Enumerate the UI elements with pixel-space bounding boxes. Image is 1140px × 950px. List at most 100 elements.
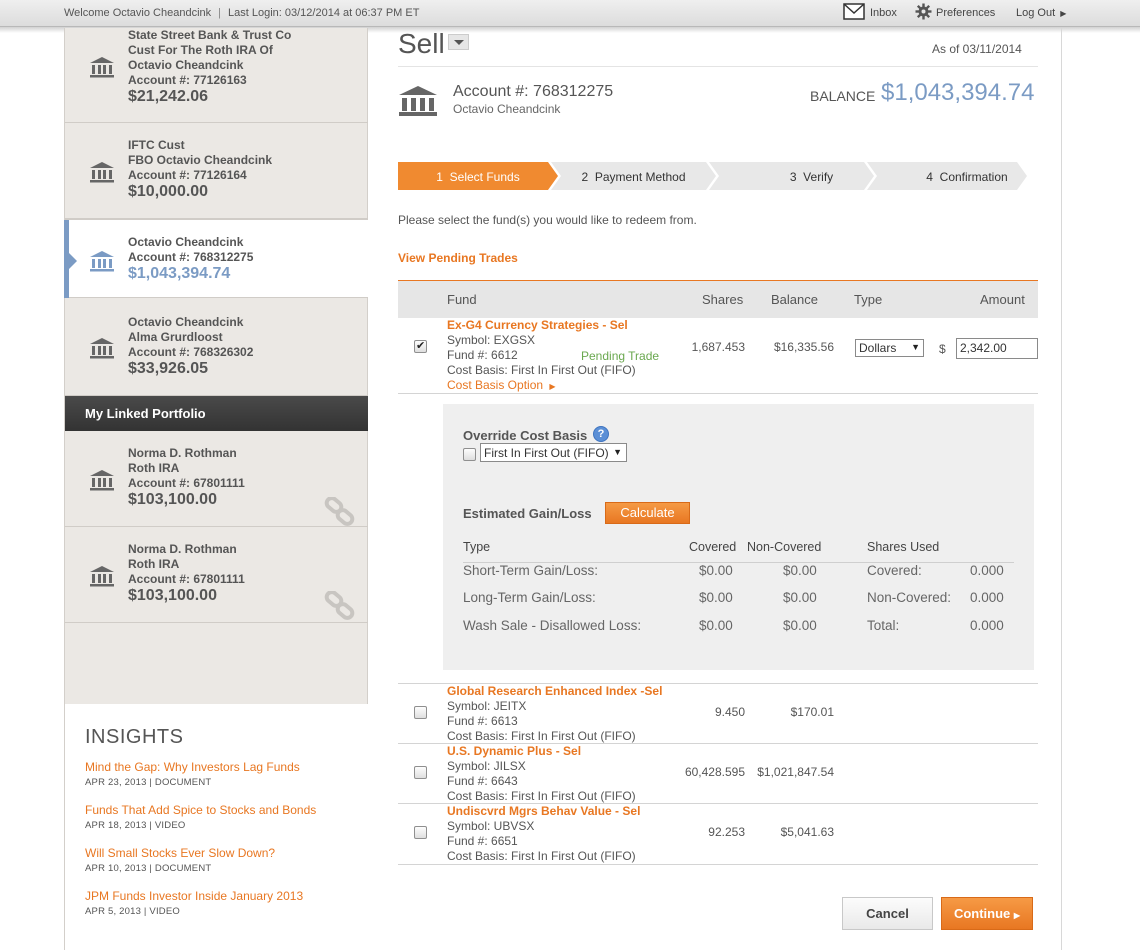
continue-label: Continue — [953, 906, 1011, 921]
sidebar-account-4[interactable]: Octavio Cheandcink Alma Grurdloost Accou… — [65, 299, 368, 396]
fund-balance: $5,041.63 — [780, 825, 834, 839]
bank-icon — [89, 250, 115, 277]
preferences-label: Preferences — [936, 7, 996, 19]
fund-name[interactable]: Undiscvrd Mgrs Behav Value - Sel — [447, 804, 640, 819]
amount-type-select[interactable]: Dollars — [855, 339, 924, 357]
fund-name[interactable]: U.S. Dynamic Plus - Sel — [447, 744, 636, 759]
account-line: Octavio Cheandcink — [128, 235, 244, 249]
account-number: Account #: 768312275 — [453, 83, 614, 100]
override-title: Override Cost Basis — [463, 428, 588, 443]
account-line: Octavio Cheandcink — [128, 58, 244, 72]
fund-checkbox[interactable] — [414, 826, 427, 839]
override-checkbox[interactable] — [463, 448, 476, 461]
logout-link[interactable]: Log Out ▶ — [1016, 7, 1066, 19]
header-fund: Fund — [447, 292, 477, 307]
inbox-link[interactable]: Inbox — [843, 3, 897, 20]
account-line: IFTC Cust — [128, 138, 185, 152]
cost-basis-method-value: First In First Out (FIFO) — [484, 446, 609, 460]
fund-number: Fund #: 6613 — [447, 714, 518, 728]
linked-account-1[interactable]: Norma D. Rothman Roth IRA Account #: 678… — [65, 431, 368, 527]
insight-title[interactable]: Funds That Add Spice to Stocks and Bonds — [85, 803, 316, 817]
account-details: Octavio Cheandcink Account #: 768312275 … — [128, 235, 253, 282]
step-confirmation: 4 Confirmation — [867, 162, 1027, 190]
fund-checkbox[interactable] — [414, 339, 427, 353]
cost-basis-method-select[interactable]: First In First Out (FIFO) — [480, 443, 627, 462]
insight-item[interactable]: Funds That Add Spice to Stocks and Bonds… — [85, 803, 316, 831]
fund-symbol: Symbol: JEITX — [447, 699, 527, 713]
account-balance: $10,000.00 — [128, 183, 209, 200]
fund-checkbox[interactable] — [414, 706, 427, 719]
amount-input[interactable]: 2,342.00 — [956, 338, 1038, 359]
shares-used-value: 0.000 — [970, 563, 1004, 578]
sidebar-account-1[interactable]: State Street Bank & Trust Co Cust For Th… — [65, 28, 368, 123]
funds-table-header: Fund Shares Balance Type Amount — [398, 281, 1038, 318]
fund-name[interactable]: Global Research Enhanced Index -Sel — [447, 684, 662, 699]
view-pending-trades-link[interactable]: View Pending Trades — [398, 251, 518, 265]
insight-title[interactable]: Mind the Gap: Why Investors Lag Funds — [85, 760, 300, 774]
sidebar-account-2[interactable]: IFTC Cust FBO Octavio Cheandcink Account… — [65, 123, 368, 219]
fund-details: Undiscvrd Mgrs Behav Value - Sel Symbol:… — [447, 804, 640, 864]
calculate-button[interactable]: Calculate — [605, 502, 690, 524]
shares-used-label: Total: — [867, 618, 900, 633]
gain-row-type: Short-Term Gain/Loss: — [463, 563, 599, 578]
account-balance: $103,100.00 — [128, 587, 217, 604]
cancel-button[interactable]: Cancel — [842, 897, 933, 930]
row-divider — [398, 393, 1038, 394]
linked-account-2[interactable]: Norma D. Rothman Roth IRA Account #: 678… — [65, 527, 368, 623]
preferences-link[interactable]: Preferences — [915, 3, 996, 20]
gain-row-noncovered: $0.00 — [783, 563, 817, 578]
header-balance: Balance — [771, 292, 818, 307]
page-title: Sell — [398, 28, 445, 59]
insight-meta: APR 18, 2013 | VIDEO — [85, 820, 186, 831]
account-details: Norma D. Rothman Roth IRA Account #: 678… — [128, 446, 245, 508]
gain-header-type: Type — [463, 540, 491, 554]
continue-button[interactable]: Continue ▶ — [941, 897, 1033, 930]
pending-trade-status: Pending Trade — [581, 349, 660, 363]
logout-label: Log Out — [1016, 7, 1056, 19]
header-type: Type — [854, 292, 883, 307]
gear-icon — [915, 3, 932, 23]
account-details: IFTC Cust FBO Octavio Cheandcink Account… — [128, 138, 272, 200]
insight-item[interactable]: Mind the Gap: Why Investors Lag Funds AP… — [85, 760, 300, 788]
fund-shares: 9.450 — [714, 705, 745, 719]
account-line: Alma Grurdloost — [128, 330, 223, 344]
fund-details: Global Research Enhanced Index -Sel Symb… — [447, 684, 662, 744]
chain-link-icon — [323, 590, 357, 626]
linked-portfolio-header: My Linked Portfolio — [65, 396, 368, 431]
main-right-border — [1061, 28, 1062, 950]
top-bar: Welcome Octavio Cheandcink | Last Login: 0… — [0, 0, 1140, 33]
fund-checkbox[interactable] — [414, 766, 427, 779]
fund-name[interactable]: Ex-G4 Currency Strategies - Sel — [447, 318, 636, 333]
shares-used-label: Covered: — [867, 563, 922, 578]
account-balance: $21,242.06 — [128, 88, 209, 105]
inbox-label: Inbox — [870, 7, 897, 19]
account-balance: $103,100.00 — [128, 491, 217, 508]
last-login-text: Last Login: 03/12/2014 at 06:37 PM ET — [228, 7, 420, 19]
insight-title[interactable]: Will Small Stocks Ever Slow Down? — [85, 846, 275, 860]
insight-item[interactable]: Will Small Stocks Ever Slow Down? APR 10… — [85, 846, 275, 874]
account-line: Roth IRA — [128, 461, 180, 475]
fund-balance: $170.01 — [790, 705, 834, 719]
welcome-text: Welcome Octavio Cheandcink — [64, 7, 212, 19]
cost-basis-option-link[interactable]: Cost Basis Option ▶ — [447, 378, 636, 394]
step-select-funds: 1 Select Funds — [398, 162, 558, 190]
insights-panel: INSIGHTS Mind the Gap: Why Investors Lag… — [65, 704, 368, 950]
fund-cost-basis: Cost Basis: First In First Out (FIFO) — [447, 789, 636, 803]
insights-title: INSIGHTS — [85, 726, 184, 748]
help-icon[interactable]: ? — [593, 426, 609, 442]
fund-symbol: Symbol: JILSX — [447, 759, 526, 773]
fund-cost-basis: Cost Basis: First In First Out (FIFO) — [447, 363, 636, 377]
sidebar-account-3-selected[interactable]: Octavio Cheandcink Account #: 768312275 … — [64, 219, 368, 298]
gain-header-covered: Covered — [689, 540, 737, 554]
insight-item[interactable]: JPM Funds Investor Inside January 2013 A… — [85, 889, 303, 917]
account-line: Norma D. Rothman — [128, 446, 237, 460]
account-number: Account #: 768326302 — [128, 345, 254, 359]
account-details: Norma D. Rothman Roth IRA Account #: 678… — [128, 542, 245, 604]
balance-label: BALANCE — [810, 88, 876, 104]
estimated-gain-loss-label: Estimated Gain/Loss — [463, 506, 592, 521]
fund-symbol: Symbol: EXGSX — [447, 333, 536, 347]
header-shares: Shares — [702, 292, 744, 307]
transaction-type-dropdown[interactable] — [448, 34, 469, 50]
fund-shares: 60,428.595 — [684, 765, 745, 779]
insight-title[interactable]: JPM Funds Investor Inside January 2013 — [85, 889, 303, 903]
